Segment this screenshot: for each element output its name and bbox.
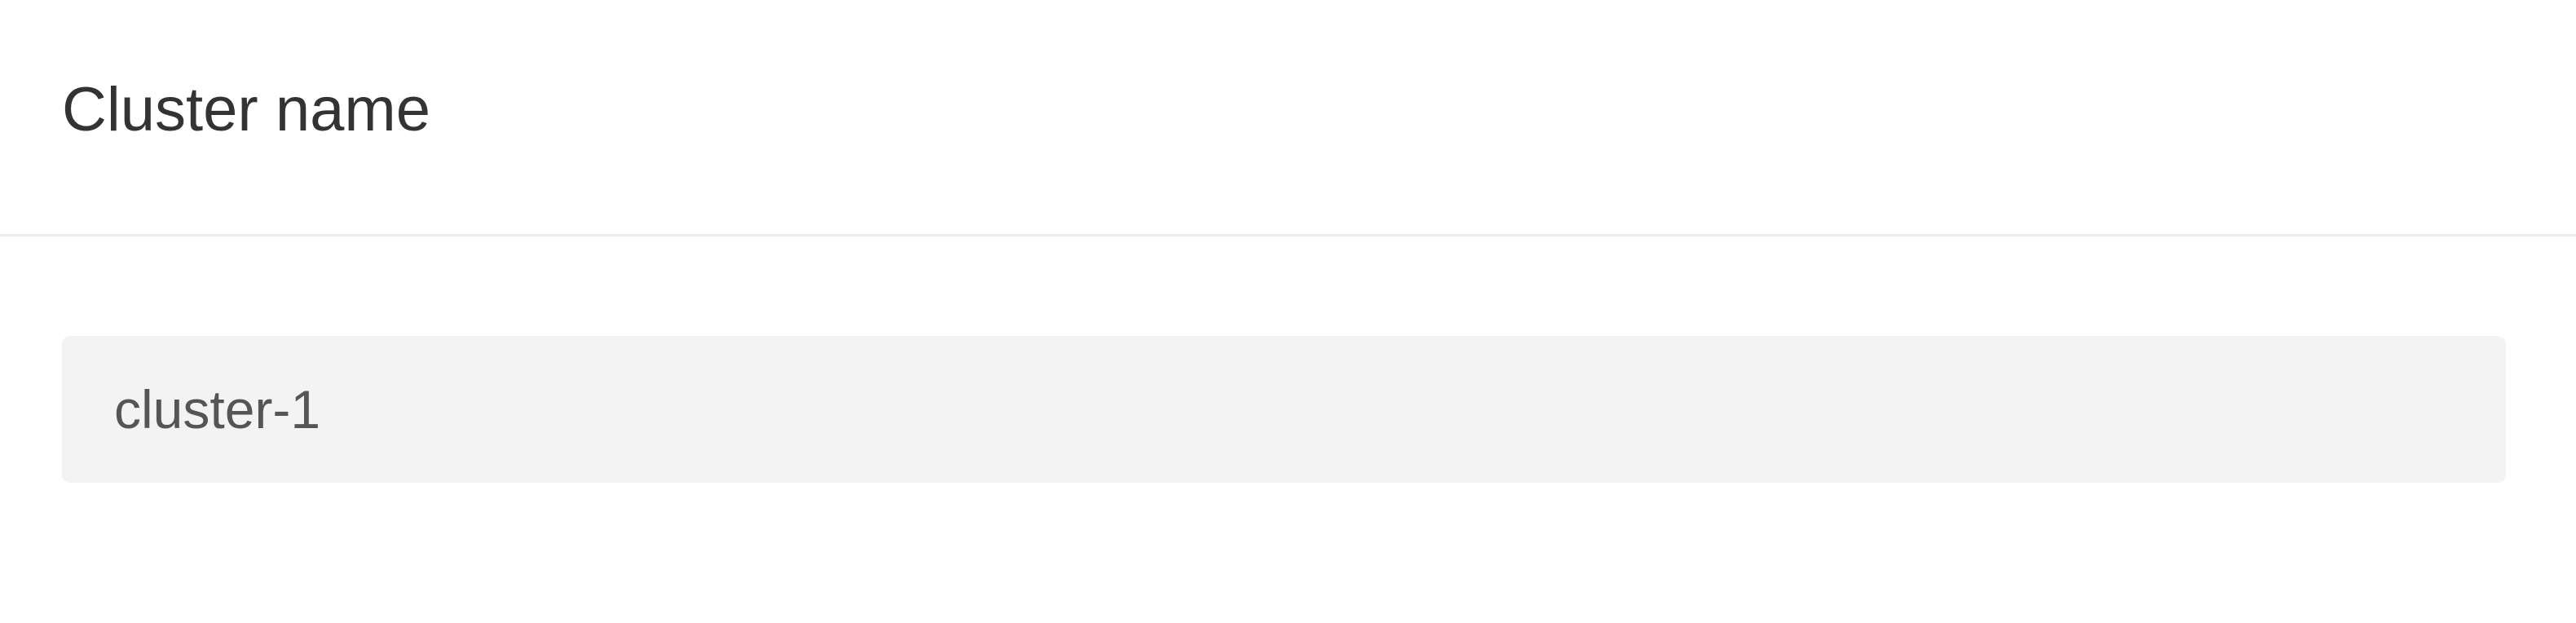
panel-header: Cluster name (0, 0, 2576, 236)
cluster-name-label: Cluster name (62, 75, 430, 144)
cluster-name-value: cluster-1 (114, 379, 321, 440)
panel-body: cluster-1 (0, 236, 2576, 623)
cluster-name-panel: Cluster name cluster-1 (0, 0, 2576, 623)
cluster-name-field[interactable]: cluster-1 (62, 336, 2506, 483)
